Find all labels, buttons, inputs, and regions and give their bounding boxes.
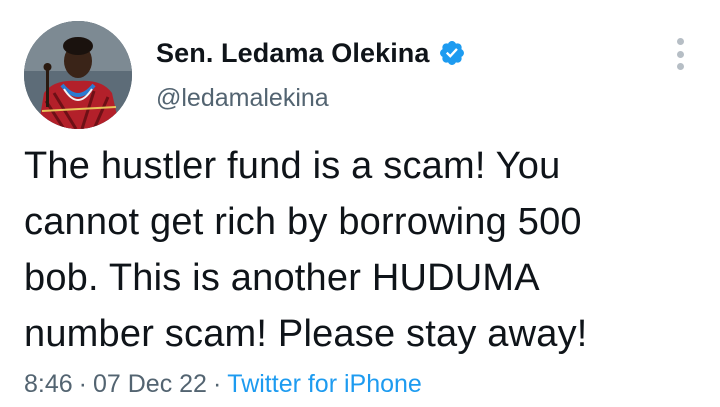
verified-badge-icon	[438, 39, 466, 67]
tweet-text-line: The hustler fund is a scam! You	[24, 145, 561, 187]
tweet-meta: 8:46 · 07 Dec 22 · Twitter for iPhone	[24, 370, 422, 399]
tweet-text-line: cannot get rich by borrowing 500	[24, 201, 582, 243]
tweet-time[interactable]: 8:46	[24, 370, 73, 398]
tweet-card: Sen. Ledama Olekina @ledamalekina The hu…	[0, 0, 720, 407]
tweet-text-line: bob. This is another HUDUMA	[24, 257, 540, 299]
tweet-source-link[interactable]: Twitter for iPhone	[227, 370, 422, 398]
author-handle[interactable]: @ledamalekina	[156, 84, 329, 113]
dot	[676, 38, 684, 45]
meta-separator: ·	[78, 370, 87, 398]
profile-avatar[interactable]	[24, 21, 132, 129]
avatar-image	[24, 21, 132, 129]
dot	[676, 50, 684, 58]
author-display-name[interactable]: Sen. Ledama Olekina	[156, 38, 430, 69]
tweet-text-line: number scam! Please stay away!	[24, 313, 588, 355]
tweet-text: The hustler fund is a scam! You cannot g…	[24, 138, 704, 362]
more-options-icon[interactable]	[674, 38, 686, 70]
author-name-row: Sen. Ledama Olekina	[156, 36, 466, 70]
dot	[676, 63, 684, 70]
tweet-date[interactable]: 07 Dec 22	[93, 370, 207, 398]
meta-separator: ·	[212, 370, 222, 398]
